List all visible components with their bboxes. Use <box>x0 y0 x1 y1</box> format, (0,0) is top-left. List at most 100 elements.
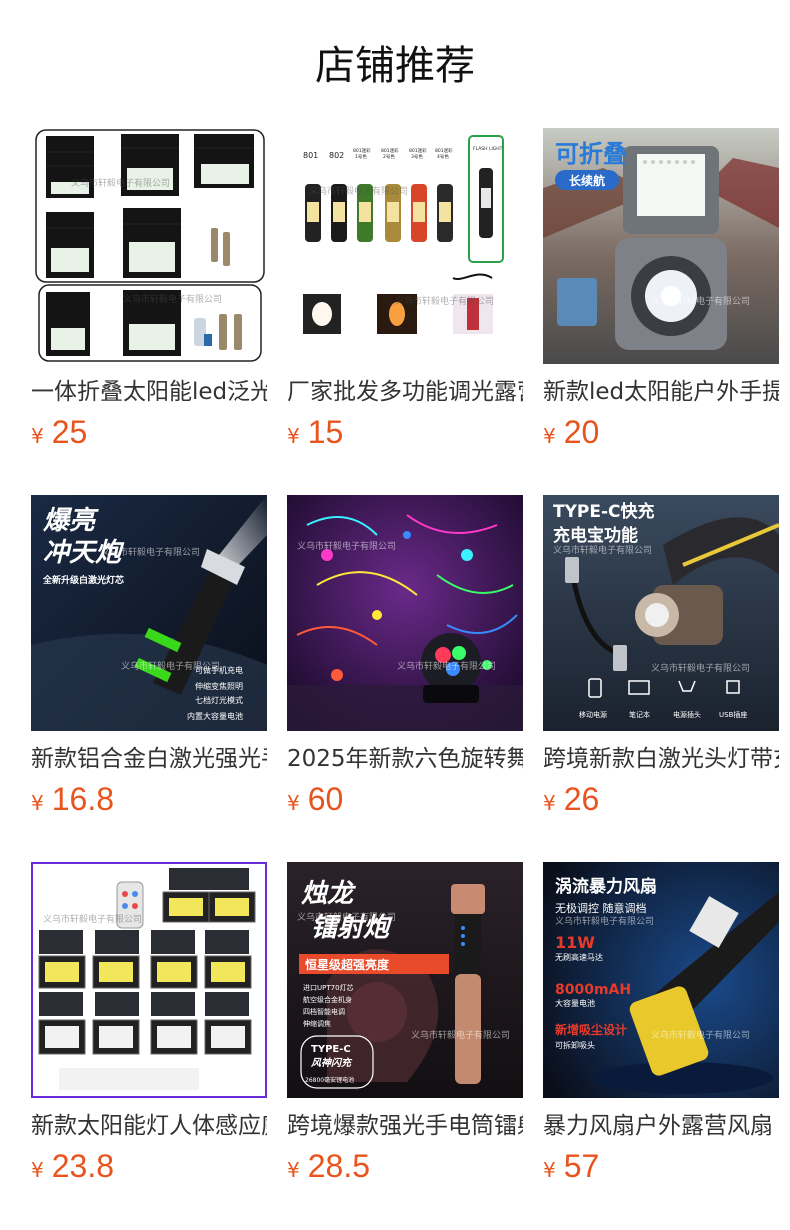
svg-text:26800毫安锂电池: 26800毫安锂电池 <box>305 1076 354 1084</box>
product-price: ¥28.5 <box>287 1148 370 1185</box>
product-grid: 义乌市轩毅电子有限公司 义乌市轩毅电子有限公司 一体折叠太阳能led泛光灯 ¥2… <box>31 128 779 1185</box>
product-price: ¥20 <box>543 414 599 451</box>
product-image[interactable]: 义乌市轩毅电子有限公司 <box>31 862 267 1098</box>
svg-text:2号色: 2号色 <box>383 153 395 160</box>
currency-symbol: ¥ <box>543 424 556 448</box>
product-name[interactable]: 暴力风扇户外露营风扇 <box>543 1110 779 1142</box>
currency-symbol: ¥ <box>31 424 44 448</box>
svg-text:航空级合金机身: 航空级合金机身 <box>303 995 352 1004</box>
price-value: 25 <box>51 414 88 450</box>
svg-text:电源插头: 电源插头 <box>673 710 701 719</box>
product-name[interactable]: 新款led太阳能户外手提灯 <box>543 376 779 408</box>
product-card[interactable]: 义乌市轩毅电子有限公司 义乌市轩毅电子有限公司 一体折叠太阳能led泛光灯 ¥2… <box>31 128 267 451</box>
svg-text:全新升级白激光灯芯: 全新升级白激光灯芯 <box>42 574 124 586</box>
svg-text:风神闪充: 风神闪充 <box>311 1057 353 1069</box>
svg-text:长续航: 长续航 <box>569 173 605 188</box>
svg-text:801迷彩: 801迷彩 <box>409 147 427 154</box>
svg-text:可折叠: 可折叠 <box>555 140 627 168</box>
svg-text:801迷彩: 801迷彩 <box>435 147 453 154</box>
svg-text:义乌市轩毅电子有限公司: 义乌市轩毅电子有限公司 <box>651 1029 750 1041</box>
svg-text:烛龙: 烛龙 <box>301 879 357 909</box>
product-name[interactable]: 新款太阳能灯人体感应庭院灯 <box>31 1110 267 1142</box>
product-card[interactable]: 义乌市轩毅电子有限公司 新款太阳能灯人体感应庭院灯 ¥23.8 <box>31 862 267 1185</box>
currency-symbol: ¥ <box>287 1158 300 1182</box>
product-name[interactable]: 厂家批发多功能调光露营灯 <box>287 376 523 408</box>
svg-text:11W: 11W <box>555 933 595 952</box>
svg-text:进口UPT70灯芯: 进口UPT70灯芯 <box>303 983 354 992</box>
product-card[interactable]: 义乌市轩毅电子有限公司 义乌市轩毅电子有限公司 2025年新款六色旋转舞台灯 ¥… <box>287 495 523 818</box>
svg-text:义乌市轩毅电子有限公司: 义乌市轩毅电子有限公司 <box>101 546 200 558</box>
svg-text:义乌市轩毅电子有限公司: 义乌市轩毅电子有限公司 <box>651 662 750 674</box>
price-value: 28.5 <box>307 1148 371 1184</box>
page-title: 店铺推荐 <box>315 43 475 89</box>
product-price: ¥25 <box>31 414 87 451</box>
svg-text:USB插座: USB插座 <box>719 710 747 719</box>
svg-text:义乌市轩毅电子有限公司: 义乌市轩毅电子有限公司 <box>397 660 496 672</box>
product-price: ¥15 <box>287 414 343 451</box>
svg-text:内置大容量电池: 内置大容量电池 <box>187 711 243 721</box>
product-image[interactable]: 801 802 801迷彩 1号色 801迷彩 2号色 801迷彩 3号色 801迷彩… <box>287 128 523 364</box>
product-image[interactable]: 涡流暴力风扇 无极调控 随意调档 11W 无刷高速马达 8000mAH 大容量电… <box>543 862 779 1098</box>
svg-text:801迷彩: 801迷彩 <box>353 147 371 154</box>
product-name[interactable]: 一体折叠太阳能led泛光灯 <box>31 376 267 408</box>
svg-text:义乌市轩毅电子有限公司: 义乌市轩毅电子有限公司 <box>43 913 142 925</box>
product-image[interactable]: TYPE-C快充 充电宝功能 移动电源 笔记本 电源插头 USB插座 义乌市轩毅… <box>543 495 779 731</box>
svg-text:无极调控 随意调档: 无极调控 随意调档 <box>555 901 647 915</box>
currency-symbol: ¥ <box>287 791 300 815</box>
product-image[interactable]: 烛龙 镭射炮 恒星级超强亮度 进口UPT70灯芯 航空级合金机身 四档智能电调 … <box>287 862 523 1098</box>
price-value: 20 <box>563 414 600 450</box>
svg-text:涡流暴力风扇: 涡流暴力风扇 <box>555 876 657 897</box>
svg-text:移动电源: 移动电源 <box>579 710 607 719</box>
product-card[interactable]: 涡流暴力风扇 无极调控 随意调档 11W 无刷高速马达 8000mAH 大容量电… <box>543 862 779 1184</box>
product-price: ¥26 <box>543 781 599 818</box>
product-name[interactable]: 跨境新款白激光头灯带充电宝 <box>543 743 779 775</box>
price-value: 57 <box>563 1148 600 1184</box>
svg-text:新增吸尘设计: 新增吸尘设计 <box>555 1022 627 1037</box>
svg-text:801迷彩: 801迷彩 <box>381 147 399 154</box>
svg-text:义乌市轩毅电子有限公司: 义乌市轩毅电子有限公司 <box>297 540 396 552</box>
currency-symbol: ¥ <box>287 424 300 448</box>
product-card[interactable]: TYPE-C快充 充电宝功能 移动电源 笔记本 电源插头 USB插座 义乌市轩毅… <box>543 495 779 818</box>
svg-text:802: 802 <box>329 151 344 160</box>
svg-text:FLASH LIGHT: FLASH LIGHT <box>473 146 503 152</box>
product-name[interactable]: 跨境爆款强光手电筒镭射炮 <box>287 1110 523 1142</box>
svg-text:TYPE-C快充: TYPE-C快充 <box>553 501 655 522</box>
svg-text:无刷高速马达: 无刷高速马达 <box>555 952 603 962</box>
price-value: 60 <box>307 781 344 817</box>
product-price: ¥16.8 <box>31 781 114 818</box>
product-image[interactable]: 义乌市轩毅电子有限公司 义乌市轩毅电子有限公司 <box>31 128 267 364</box>
product-card[interactable]: 爆亮 冲天炮 全新升级白激光灯芯 可做手机充电 伸缩变焦照明 七档灯光模式 内置… <box>31 495 267 818</box>
price-value: 26 <box>563 781 600 817</box>
product-name[interactable]: 2025年新款六色旋转舞台灯 <box>287 743 523 775</box>
svg-text:义乌市轩毅电子有限公司: 义乌市轩毅电子有限公司 <box>71 177 170 189</box>
svg-text:8000mAH: 8000mAH <box>555 982 631 998</box>
svg-text:爆亮: 爆亮 <box>43 506 99 536</box>
product-image[interactable]: 义乌市轩毅电子有限公司 义乌市轩毅电子有限公司 <box>287 495 523 731</box>
product-price: ¥23.8 <box>31 1148 114 1185</box>
currency-symbol: ¥ <box>31 1158 44 1182</box>
svg-text:义乌市轩毅电子有限公司: 义乌市轩毅电子有限公司 <box>123 293 222 305</box>
currency-symbol: ¥ <box>543 791 556 815</box>
svg-text:义乌市轩毅电子有限公司: 义乌市轩毅电子有限公司 <box>553 544 652 556</box>
product-card[interactable]: 烛龙 镭射炮 恒星级超强亮度 进口UPT70灯芯 航空级合金机身 四档智能电调 … <box>287 862 523 1185</box>
price-value: 15 <box>307 414 344 450</box>
currency-symbol: ¥ <box>31 791 44 815</box>
product-card[interactable]: 801 802 801迷彩 1号色 801迷彩 2号色 801迷彩 3号色 801迷彩… <box>287 128 523 451</box>
product-name[interactable]: 新款铝合金白激光强光手电筒 <box>31 743 267 775</box>
svg-text:4号色: 4号色 <box>437 153 449 160</box>
svg-text:义乌市轩毅电子有限公司: 义乌市轩毅电子有限公司 <box>309 185 408 197</box>
svg-text:义乌市轩毅电子有限公司: 义乌市轩毅电子有限公司 <box>121 660 220 672</box>
product-price: ¥60 <box>287 781 343 818</box>
price-value: 16.8 <box>51 781 115 817</box>
svg-text:3号色: 3号色 <box>411 153 423 160</box>
product-image[interactable]: 可折叠 长续航 义乌市轩毅电子有限公司 <box>543 128 779 364</box>
svg-text:四档智能电调: 四档智能电调 <box>303 1007 345 1016</box>
svg-text:义乌市轩毅电子有限公司: 义乌市轩毅电子有限公司 <box>297 911 396 923</box>
product-image[interactable]: 爆亮 冲天炮 全新升级白激光灯芯 可做手机充电 伸缩变焦照明 七档灯光模式 内置… <box>31 495 267 731</box>
svg-text:义乌市轩毅电子有限公司: 义乌市轩毅电子有限公司 <box>395 295 494 307</box>
svg-text:恒星级超强亮度: 恒星级超强亮度 <box>305 957 390 972</box>
svg-text:伸缩调焦: 伸缩调焦 <box>303 1019 331 1028</box>
product-card[interactable]: 可折叠 长续航 义乌市轩毅电子有限公司 新款led太阳能户外手提灯 ¥20 <box>543 128 779 451</box>
svg-text:TYPE-C: TYPE-C <box>311 1044 351 1055</box>
svg-text:充电宝功能: 充电宝功能 <box>553 525 638 546</box>
